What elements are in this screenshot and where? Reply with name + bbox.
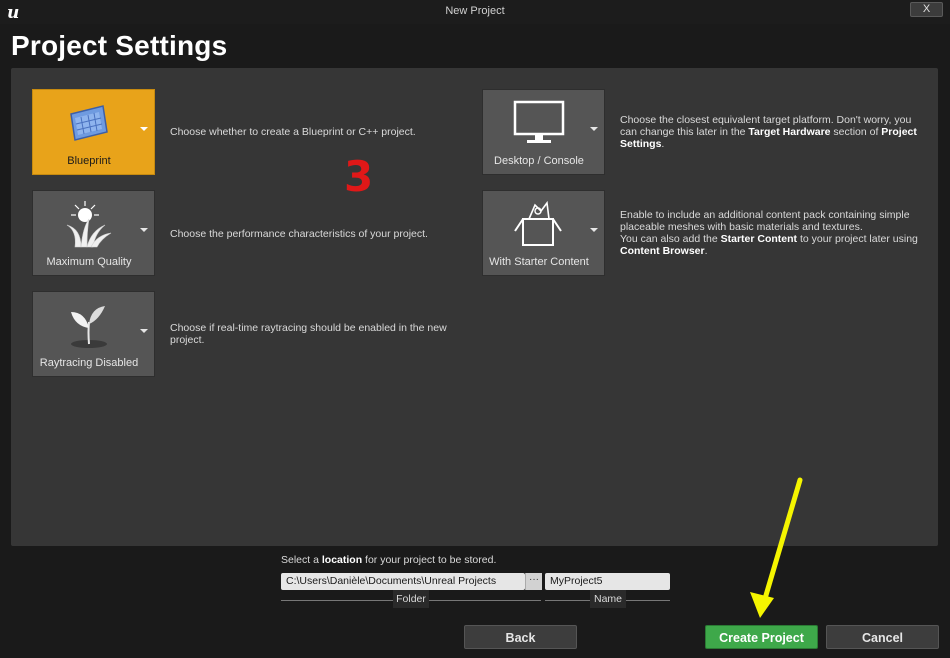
tile-dropdown-icon[interactable] xyxy=(590,228,598,232)
tile-label: With Starter Content xyxy=(489,256,589,268)
starter-content-icon xyxy=(514,200,562,246)
blueprint-tile[interactable]: Blueprint xyxy=(32,89,155,175)
folder-path-input[interactable]: C:\Users\Danièle\Documents\Unreal Projec… xyxy=(281,573,525,590)
annotation-number: 3 xyxy=(344,152,374,201)
starter-content-description: Enable to include an additional content … xyxy=(620,209,918,257)
close-button[interactable]: X xyxy=(910,2,943,17)
tile-dropdown-icon[interactable] xyxy=(140,329,148,333)
location-prompt: Select a location for your project to be… xyxy=(281,554,497,566)
raytracing-description: Choose if real-time raytracing should be… xyxy=(170,322,447,346)
monitor-icon xyxy=(513,100,565,143)
title-bar: u New Project X xyxy=(0,0,950,24)
platform-description: Choose the closest equivalent target pla… xyxy=(620,114,917,150)
window-title: New Project xyxy=(445,5,505,17)
page-title: Project Settings xyxy=(11,30,228,61)
cancel-button[interactable]: Cancel xyxy=(826,625,939,649)
name-label: Name xyxy=(590,590,626,608)
tile-label: Blueprint xyxy=(67,155,111,167)
raytracing-icon xyxy=(71,306,107,348)
quality-icon xyxy=(66,201,112,248)
back-button[interactable]: Back xyxy=(464,625,577,649)
tile-label: Maximum Quality xyxy=(46,256,132,268)
blueprint-description: Choose whether to create a Blueprint or … xyxy=(170,126,416,138)
blueprint-icon xyxy=(70,105,108,141)
raytracing-tile[interactable]: Raytracing Disabled xyxy=(32,291,155,377)
quality-description: Choose the performance characteristics o… xyxy=(170,228,428,240)
tile-dropdown-icon[interactable] xyxy=(140,127,148,131)
project-name-input[interactable]: MyProject5 xyxy=(545,573,670,590)
annotation-arrow-icon xyxy=(750,477,803,618)
tile-label: Raytracing Disabled xyxy=(39,357,139,369)
tile-dropdown-icon[interactable] xyxy=(590,127,598,131)
quality-tile[interactable]: Maximum Quality xyxy=(32,190,155,276)
tile-label: Desktop / Console xyxy=(494,155,584,167)
tile-dropdown-icon[interactable] xyxy=(140,228,148,232)
starter-content-tile[interactable]: With Starter Content xyxy=(482,190,605,276)
platform-tile[interactable]: Desktop / Console xyxy=(482,89,605,175)
create-project-button[interactable]: Create Project xyxy=(705,625,818,649)
browse-folder-button[interactable]: ··· xyxy=(525,573,542,590)
folder-label: Folder xyxy=(393,590,429,608)
